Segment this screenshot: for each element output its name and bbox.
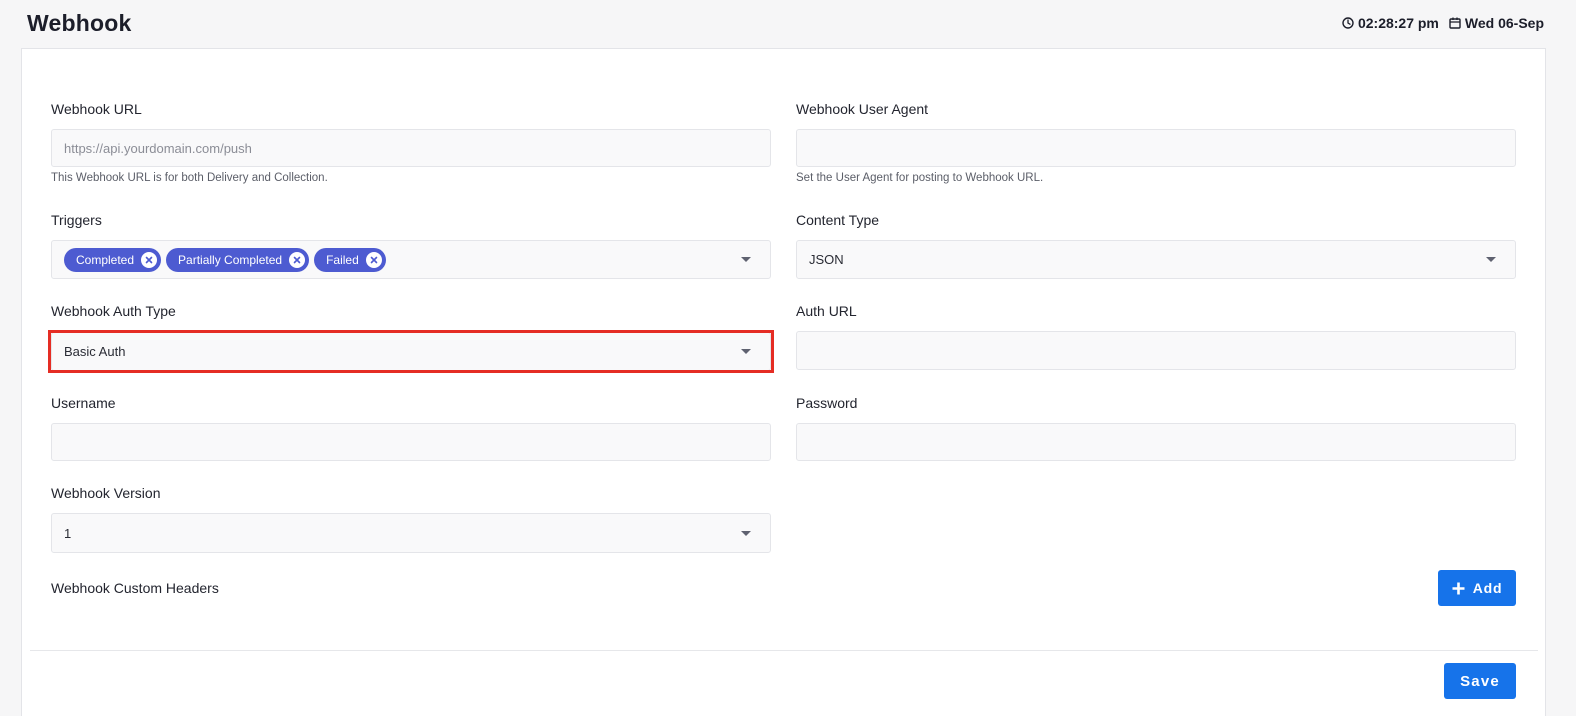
header-time: 02:28:27 pm: [1357, 15, 1439, 31]
footer-divider: [30, 650, 1538, 651]
trigger-chip-label: Completed: [76, 252, 135, 267]
plus-icon: [1452, 582, 1465, 595]
calendar-icon: [1449, 17, 1461, 29]
user-agent-input[interactable]: [796, 129, 1516, 167]
triggers-label: Triggers: [51, 212, 102, 228]
webhook-url-input[interactable]: https://api.yourdomain.com/push: [51, 129, 771, 167]
auth-type-label: Webhook Auth Type: [51, 303, 176, 319]
auth-url-input[interactable]: [796, 331, 1516, 370]
user-agent-label: Webhook User Agent: [796, 101, 929, 117]
triggers-select[interactable]: Completed Partially Completed Failed: [51, 240, 771, 279]
close-circle-icon[interactable]: [141, 251, 158, 268]
trigger-chip-partially-completed: Partially Completed: [166, 247, 310, 272]
caret-down-icon: [741, 257, 751, 262]
user-agent-help: Set the User Agent for posting to Webhoo…: [796, 172, 1044, 184]
version-label: Webhook Version: [51, 485, 161, 501]
trigger-chip-completed: Completed: [64, 247, 162, 272]
auth-type-highlight: [48, 330, 774, 373]
trigger-chip-label: Partially Completed: [178, 252, 283, 267]
page-header: Webhook 02:28:27 pm Wed 06-Sep: [0, 0, 1576, 48]
password-label: Password: [796, 395, 858, 411]
trigger-chip-label: Failed: [326, 252, 359, 267]
webhook-url-placeholder: https://api.yourdomain.com/push: [64, 140, 252, 156]
add-header-label: Add: [1472, 580, 1503, 596]
webhook-url-label: Webhook URL: [51, 101, 142, 117]
caret-down-icon: [741, 531, 751, 536]
password-input[interactable]: [796, 423, 1516, 461]
webhook-url-help: This Webhook URL is for both Delivery an…: [51, 172, 328, 184]
header-clock: 02:28:27 pm Wed 06-Sep: [1342, 15, 1544, 31]
clock-icon: [1342, 17, 1354, 29]
add-header-button[interactable]: Add: [1438, 570, 1516, 606]
version-value: 1: [64, 525, 72, 541]
username-input[interactable]: [51, 423, 771, 461]
trigger-chip-failed: Failed: [314, 247, 386, 272]
close-circle-icon[interactable]: [365, 251, 382, 268]
content-type-value: JSON: [809, 252, 844, 267]
save-button[interactable]: Save: [1444, 663, 1516, 699]
close-circle-icon[interactable]: [289, 251, 306, 268]
caret-down-icon: [1486, 257, 1496, 262]
username-label: Username: [51, 395, 116, 411]
content-type-select[interactable]: JSON: [796, 240, 1516, 279]
custom-headers-label: Webhook Custom Headers: [51, 580, 219, 596]
auth-url-label: Auth URL: [796, 303, 857, 319]
content-type-label: Content Type: [796, 212, 880, 228]
save-label: Save: [1460, 672, 1500, 690]
version-select[interactable]: 1: [51, 513, 771, 553]
header-date: Wed 06-Sep: [1464, 15, 1544, 31]
page-title: Webhook: [27, 10, 132, 36]
